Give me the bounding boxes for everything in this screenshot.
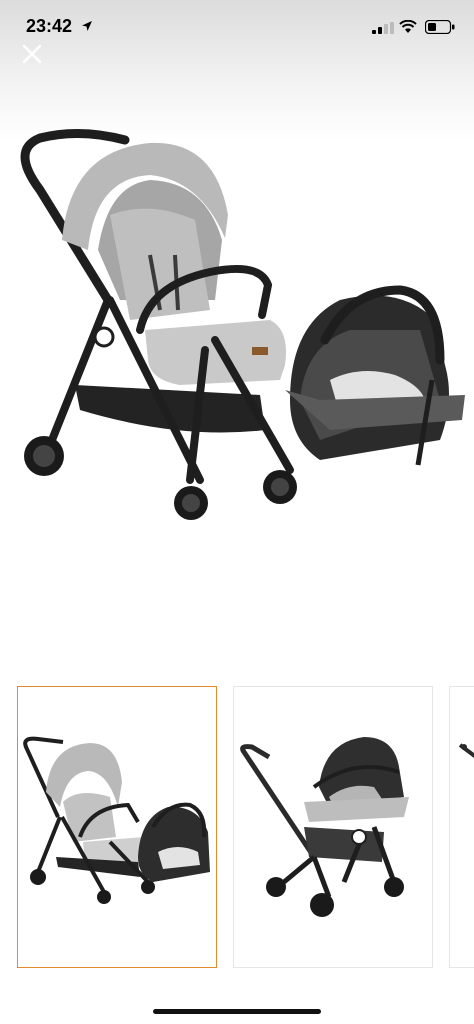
wifi-icon (399, 20, 417, 33)
close-button[interactable] (18, 40, 46, 68)
car-seat-on-stroller-frame-thumbnail (240, 737, 409, 917)
thumbnail-2[interactable] (233, 686, 433, 968)
thumbnail-1[interactable] (17, 686, 217, 968)
stroller-travel-system-image (20, 129, 465, 520)
signal-icon (372, 22, 394, 34)
status-time: 23:42 (26, 16, 73, 36)
stroller-with-car-seat-thumbnail (23, 736, 210, 904)
status-bar: 23:42 (0, 0, 474, 52)
partial-thumbnail (458, 743, 474, 758)
close-icon (22, 44, 42, 64)
battery-icon (425, 20, 455, 34)
thumbnail-strip (0, 686, 474, 970)
thumbnail-3[interactable] (449, 686, 474, 968)
location-arrow-icon (82, 21, 92, 31)
home-indicator[interactable] (153, 1009, 321, 1014)
